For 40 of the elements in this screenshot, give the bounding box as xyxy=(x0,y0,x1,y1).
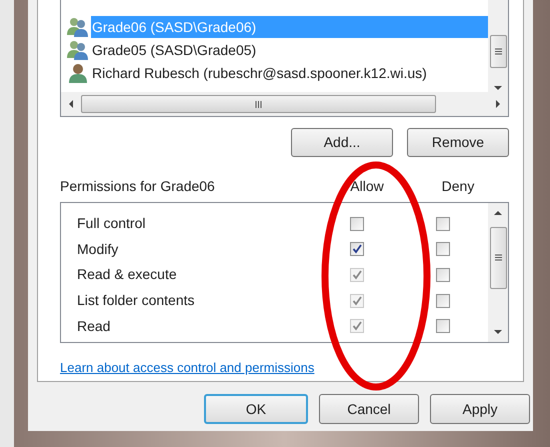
permission-label: List folder contents xyxy=(76,291,196,310)
permission-label: Read & execute xyxy=(76,265,178,284)
principal-item[interactable]: Grade05 (SASD\Grade05) xyxy=(91,38,258,60)
add-button[interactable]: Add... xyxy=(291,128,393,157)
grip-icon xyxy=(255,100,262,108)
checkbox[interactable] xyxy=(436,294,450,308)
column-header: Deny xyxy=(440,177,476,196)
scroll-thumb[interactable] xyxy=(490,226,506,288)
up-arrow-icon[interactable] xyxy=(494,211,502,215)
permissions-label: Permissions for Grade06 xyxy=(60,177,216,196)
user-icon xyxy=(67,62,89,82)
help-link[interactable]: Learn about access control and permissions xyxy=(60,360,314,375)
column-header: Allow xyxy=(349,177,385,196)
down-arrow-icon[interactable] xyxy=(494,86,502,90)
remove-button[interactable]: Remove xyxy=(407,128,509,157)
principal-item[interactable]: Richard Rubesch (rubeschr@sasd.spooner.k12.wi.us) xyxy=(91,62,428,84)
checkbox[interactable] xyxy=(350,242,364,256)
user-group-icon xyxy=(67,40,89,60)
vertical-scrollbar[interactable] xyxy=(488,203,508,342)
checkbox[interactable] xyxy=(350,216,364,231)
permission-label: Modify xyxy=(76,240,120,259)
checkbox[interactable] xyxy=(436,242,450,256)
vertical-scrollbar[interactable] xyxy=(488,0,508,92)
right-arrow-icon[interactable] xyxy=(496,100,500,108)
dialog-button[interactable]: Apply xyxy=(430,394,530,424)
permission-label: Full control xyxy=(76,214,146,234)
checkbox[interactable] xyxy=(436,268,450,282)
scroll-thumb[interactable] xyxy=(81,95,436,113)
left-arrow-icon[interactable] xyxy=(69,100,73,108)
grip-icon xyxy=(494,254,502,261)
down-arrow-icon[interactable] xyxy=(494,330,502,334)
grip-icon xyxy=(494,48,502,54)
checkbox[interactable] xyxy=(436,216,450,231)
user-group-icon xyxy=(67,16,89,36)
dialog-button[interactable]: OK xyxy=(204,394,308,424)
checkbox[interactable] xyxy=(436,319,450,334)
scroll-thumb[interactable] xyxy=(490,34,506,68)
horizontal-scrollbar[interactable] xyxy=(61,92,508,116)
permission-label: Read xyxy=(76,316,112,336)
dialog-button[interactable]: Cancel xyxy=(319,394,419,424)
